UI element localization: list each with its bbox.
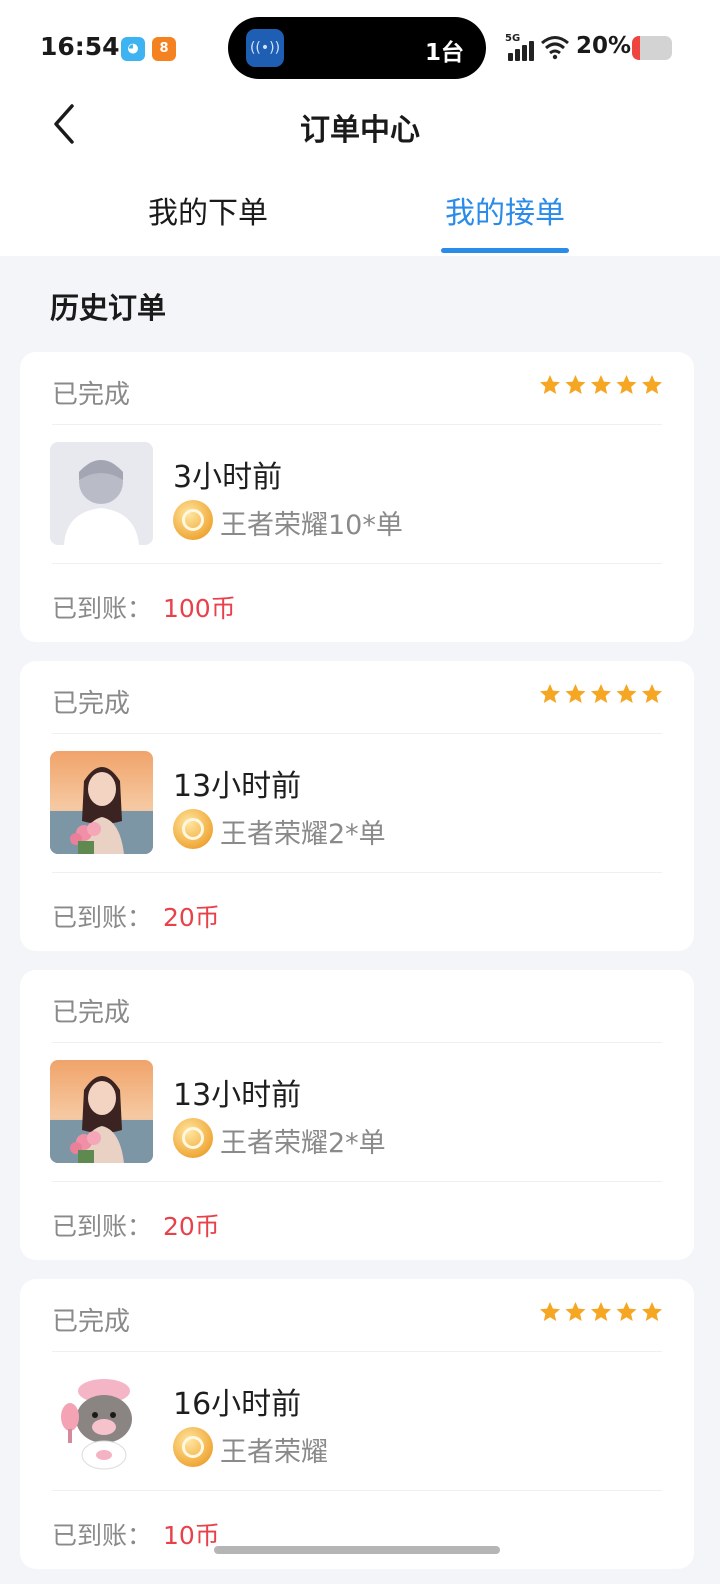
- divider: [52, 1042, 662, 1043]
- user-avatar[interactable]: [50, 751, 153, 854]
- paid-label: 已到账：: [52, 1521, 153, 1550]
- dynamic-island[interactable]: ((•)) 1台: [228, 17, 486, 79]
- game-icon: [173, 500, 213, 540]
- battery-icon: [632, 36, 672, 60]
- home-indicator[interactable]: [214, 1546, 500, 1554]
- user-avatar[interactable]: [50, 442, 153, 545]
- star-icon: [540, 684, 560, 703]
- paid-label: 已到账：: [52, 1212, 153, 1241]
- order-time: 3小时前: [173, 460, 283, 495]
- island-count: 1台: [424, 40, 464, 66]
- notification-app-icon: ◕: [121, 37, 145, 61]
- order-time: 16小时前: [173, 1387, 302, 1422]
- star-icon: [565, 684, 586, 703]
- divider: [52, 1490, 662, 1491]
- divider: [52, 1181, 662, 1182]
- tab-my-orders[interactable]: 我的下单: [108, 188, 308, 232]
- rating-stars: [538, 679, 664, 709]
- clock: 16:54: [40, 32, 120, 61]
- rating-stars: [538, 1297, 664, 1327]
- user-avatar[interactable]: [50, 1369, 153, 1472]
- order-status: 已完成: [52, 380, 131, 410]
- user-avatar[interactable]: [50, 1060, 153, 1163]
- paid-amount: 20币: [163, 903, 220, 932]
- order-card[interactable]: 已完成 3小时前王者荣耀10*单已到账： 100币: [20, 352, 694, 642]
- divider: [52, 1351, 662, 1352]
- star-icon: [540, 1302, 560, 1321]
- star-icon: [616, 684, 637, 703]
- status-bar: 16:54 ◕ 8 ((•)) 1台 5G 20%: [0, 0, 720, 96]
- star-icon: [591, 375, 611, 394]
- cellular-signal-icon: 5G: [505, 33, 535, 61]
- game-icon: [173, 1427, 213, 1467]
- page-title: 订单中心: [300, 113, 420, 148]
- divider: [52, 563, 662, 564]
- broadcast-icon: ((•)): [246, 29, 284, 67]
- order-service: 王者荣耀2*单: [220, 1128, 386, 1159]
- order-service: 王者荣耀10*单: [220, 510, 403, 541]
- star-icon: [642, 684, 662, 703]
- order-card[interactable]: 已完成 13小时前王者荣耀2*单已到账： 20币: [20, 970, 694, 1260]
- star-icon: [591, 1302, 611, 1321]
- star-icon: [642, 1302, 662, 1321]
- battery-percent: 20%: [576, 33, 632, 59]
- divider: [52, 733, 662, 734]
- section-title: 历史订单: [50, 291, 167, 325]
- tab-my-accepted[interactable]: 我的接单: [405, 188, 605, 232]
- paid-amount: 100币: [163, 594, 236, 623]
- order-service: 王者荣耀: [220, 1437, 328, 1468]
- order-status: 已完成: [52, 689, 131, 719]
- order-time: 13小时前: [173, 769, 302, 804]
- order-card[interactable]: 已完成 13小时前王者荣耀2*单已到账： 20币: [20, 661, 694, 951]
- notification-app-icon-2: 8: [152, 37, 176, 61]
- order-time: 13小时前: [173, 1078, 302, 1113]
- active-tab-indicator: [441, 248, 569, 253]
- order-status: 已完成: [52, 1307, 131, 1337]
- star-icon: [565, 375, 586, 394]
- star-icon: [565, 1302, 586, 1321]
- divider: [52, 424, 662, 425]
- star-icon: [616, 375, 637, 394]
- paid-amount: 10币: [163, 1521, 220, 1550]
- paid-label: 已到账：: [52, 903, 153, 932]
- paid-amount: 20币: [163, 1212, 220, 1241]
- order-service: 王者荣耀2*单: [220, 819, 386, 850]
- star-icon: [591, 684, 611, 703]
- divider: [52, 872, 662, 873]
- game-icon: [173, 1118, 213, 1158]
- star-icon: [642, 375, 662, 394]
- order-status: 已完成: [52, 998, 131, 1028]
- rating-stars: [538, 370, 664, 400]
- game-icon: [173, 809, 213, 849]
- order-card[interactable]: 已完成 16小时前王者荣耀已到账： 10币: [20, 1279, 694, 1569]
- wifi-icon: [541, 36, 569, 60]
- paid-label: 已到账：: [52, 594, 153, 623]
- star-icon: [540, 375, 560, 394]
- star-icon: [616, 1302, 637, 1321]
